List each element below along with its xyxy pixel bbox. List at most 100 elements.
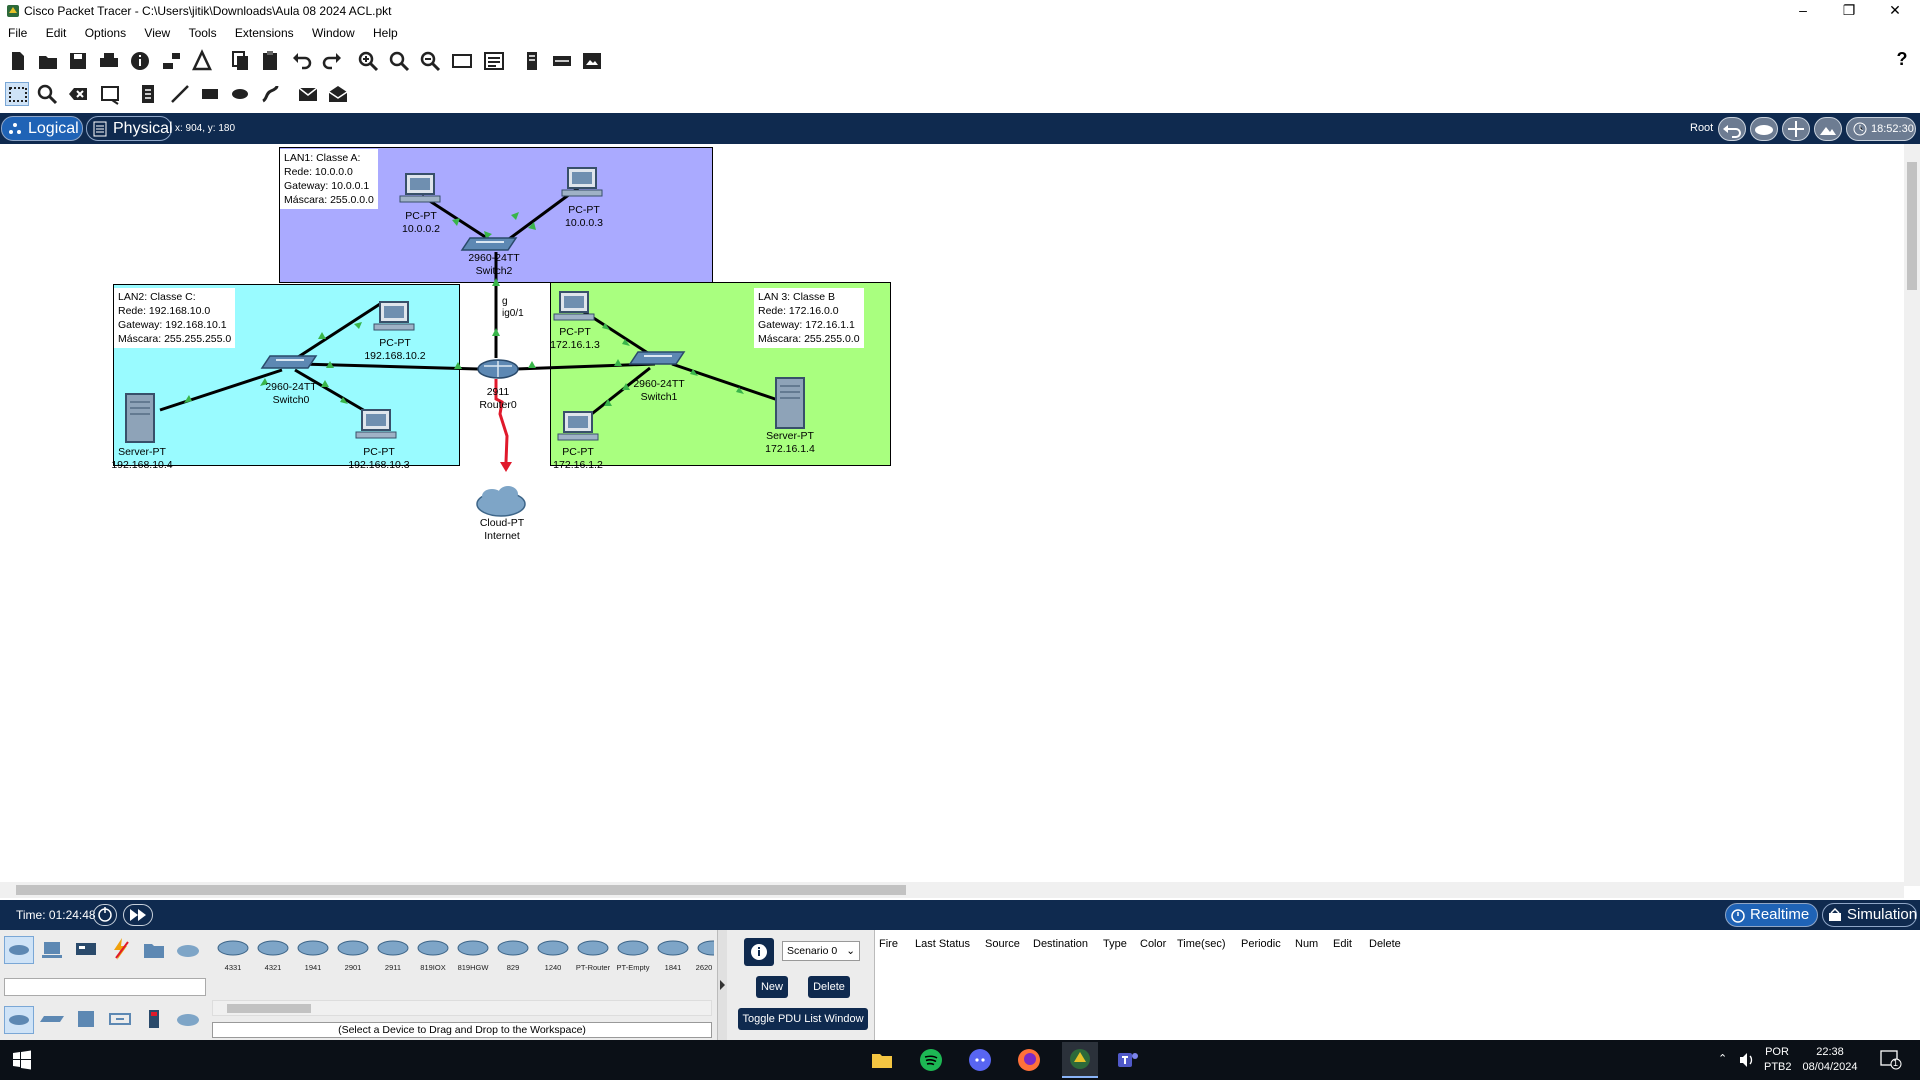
model-1941[interactable]: 1941 — [294, 934, 332, 974]
scenario-select[interactable]: Scenario 0 ⌄ — [782, 941, 860, 961]
drawing-palette-icon[interactable] — [450, 49, 474, 73]
firefox-icon[interactable] — [1017, 1048, 1041, 1075]
menu-tools[interactable]: Tools — [181, 23, 224, 40]
router0-label[interactable]: 2911 Router0 — [479, 386, 516, 412]
ellipse-icon[interactable] — [228, 82, 252, 106]
server-192-168-10-4-label[interactable]: Server-PT 192.168.10.4 — [111, 446, 172, 472]
input-language-indicator[interactable]: POR PTB2 — [1764, 1045, 1792, 1075]
custom-devices-icon[interactable] — [482, 49, 506, 73]
model-819hgw[interactable]: 819HGW — [454, 934, 492, 974]
menu-window[interactable]: Window — [304, 23, 362, 40]
logical-view-button[interactable]: Logical — [1, 116, 83, 141]
security-subcategory-icon[interactable] — [140, 1006, 170, 1034]
column-last-status[interactable]: Last Status — [915, 938, 970, 950]
teams-icon[interactable] — [1116, 1048, 1140, 1075]
end-devices-category-icon[interactable] — [38, 936, 68, 964]
network-info-icon[interactable] — [160, 49, 184, 73]
menu-view[interactable]: View — [136, 23, 177, 40]
server-172-16-1-4-label[interactable]: Server-PT 172.16.1.4 — [765, 430, 815, 456]
device-category-search[interactable] — [4, 978, 206, 996]
column-num[interactable]: Num — [1295, 938, 1318, 950]
background-image-icon[interactable] — [1814, 117, 1842, 141]
realtime-mode-button[interactable]: Realtime — [1725, 903, 1818, 927]
back-icon[interactable] — [1718, 117, 1746, 141]
rectangle-icon[interactable] — [198, 82, 222, 106]
network-devices-category-icon[interactable] — [4, 936, 34, 964]
model-1240[interactable]: 1240 — [534, 934, 572, 974]
new-file-icon[interactable] — [6, 49, 30, 73]
copy-icon[interactable] — [228, 49, 252, 73]
device-list-scrollbar[interactable] — [212, 1000, 712, 1016]
freeform-icon[interactable] — [258, 82, 282, 106]
new-scenario-button[interactable]: New — [756, 976, 788, 998]
model-4321[interactable]: 4321 — [254, 934, 292, 974]
multiuser-category-icon[interactable] — [174, 936, 204, 964]
help-icon[interactable]: ? — [1890, 49, 1914, 73]
zoom-in-icon[interactable] — [356, 49, 380, 73]
delete-scenario-button[interactable]: Delete — [808, 976, 850, 998]
wan-emulation-subcategory-icon[interactable] — [174, 1006, 204, 1034]
simulation-mode-button[interactable]: Simulation — [1822, 903, 1917, 927]
logical-workspace[interactable]: LAN1: Classe A: Rede: 10.0.0.0 Gateway: … — [0, 144, 1904, 886]
volume-icon[interactable] — [1738, 1051, 1756, 1072]
column-color[interactable]: Color — [1140, 938, 1166, 950]
menu-file[interactable]: File — [0, 23, 34, 40]
model-2911[interactable]: 2911 — [374, 934, 412, 974]
restore-button[interactable]: ❐ — [1826, 0, 1872, 22]
pc-172-16-1-2-label[interactable]: PC-PT 172.16.1.2 — [553, 446, 603, 472]
undo-icon[interactable] — [290, 49, 314, 73]
print-icon[interactable] — [97, 49, 121, 73]
discord-icon[interactable] — [968, 1048, 992, 1075]
switch1-label[interactable]: 2960-24TT Switch1 — [633, 378, 684, 404]
hubs-subcategory-icon[interactable] — [72, 1006, 102, 1034]
switch0-label[interactable]: 2960-24TT Switch0 — [265, 381, 316, 407]
fast-forward-icon[interactable] — [123, 904, 153, 926]
ipc-icon[interactable] — [550, 49, 574, 73]
file-explorer-icon[interactable] — [870, 1048, 894, 1075]
wireless-subcategory-icon[interactable] — [106, 1006, 136, 1034]
delete-icon[interactable] — [66, 82, 90, 106]
workspace-horizontal-scrollbar[interactable] — [0, 882, 1904, 898]
close-button[interactable]: ✕ — [1872, 0, 1918, 22]
vertical-scroll-thumb[interactable] — [1907, 162, 1917, 290]
column-source[interactable]: Source — [985, 938, 1020, 950]
model-pt-router[interactable]: PT-Router — [574, 934, 612, 974]
info-icon[interactable] — [128, 49, 152, 73]
column-type[interactable]: Type — [1103, 938, 1127, 950]
minimize-button[interactable]: – — [1780, 0, 1826, 22]
line-icon[interactable] — [168, 82, 192, 106]
routers-subcategory-icon[interactable] — [4, 1006, 34, 1034]
scenario-info-button[interactable] — [744, 938, 774, 966]
menu-edit[interactable]: Edit — [38, 23, 74, 40]
pc-192-168-10-2-label[interactable]: PC-PT 192.168.10.2 — [364, 337, 425, 363]
resize-shape-icon[interactable] — [98, 82, 122, 106]
note-icon[interactable] — [136, 82, 160, 106]
add-simple-pdu-icon[interactable] — [296, 82, 320, 106]
add-complex-pdu-icon[interactable] — [326, 82, 350, 106]
model-819iox[interactable]: 819IOX — [414, 934, 452, 974]
column-periodic[interactable]: Periodic — [1241, 938, 1281, 950]
viewport-clock[interactable]: 18:52:30 — [1846, 117, 1916, 141]
paste-icon[interactable] — [258, 49, 282, 73]
menu-extensions[interactable]: Extensions — [227, 23, 301, 40]
miscellaneous-category-icon[interactable] — [140, 936, 170, 964]
horizontal-scroll-thumb[interactable] — [16, 885, 906, 895]
model-pt-empty[interactable]: PT-Empty — [614, 934, 652, 974]
model-2901[interactable]: 2901 — [334, 934, 372, 974]
column-fire[interactable]: Fire — [879, 938, 898, 950]
zoom-reset-icon[interactable] — [387, 49, 411, 73]
web-view-icon[interactable] — [580, 49, 604, 73]
model-1841[interactable]: 1841 — [654, 934, 692, 974]
move-object-icon[interactable] — [1782, 117, 1810, 141]
spotify-icon[interactable] — [919, 1048, 943, 1075]
column-edit[interactable]: Edit — [1333, 938, 1352, 950]
device-list-scroll-thumb[interactable] — [227, 1004, 311, 1013]
cluster-view-icon[interactable] — [1750, 117, 1778, 141]
model-829[interactable]: 829 — [494, 934, 532, 974]
cloud-label[interactable]: Cloud-PT Internet — [480, 517, 524, 543]
workspace-vertical-scrollbar[interactable] — [1904, 144, 1920, 886]
menu-help[interactable]: Help — [365, 23, 405, 40]
column-destination[interactable]: Destination — [1033, 938, 1088, 950]
components-category-icon[interactable] — [72, 936, 102, 964]
connections-category-icon[interactable] — [106, 936, 136, 964]
